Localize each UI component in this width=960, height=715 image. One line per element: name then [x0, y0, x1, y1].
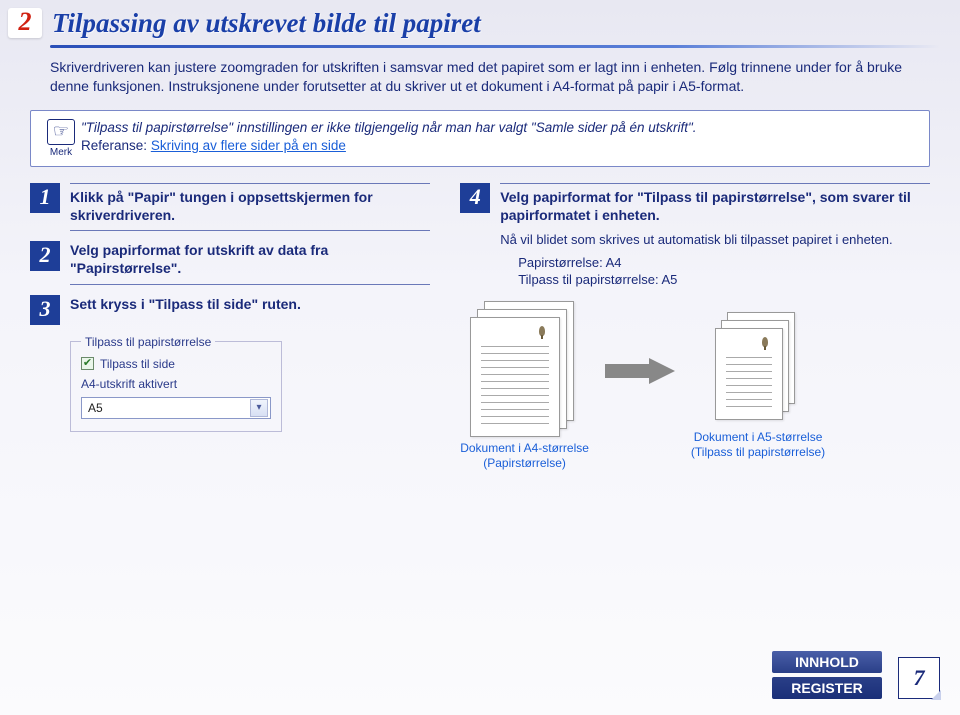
hand-point-icon: ☞ [47, 119, 75, 145]
step-number: 2 [30, 241, 60, 271]
footer: INNHOLD REGISTER 7 [772, 651, 940, 699]
caption-a5: Dokument i A5-størrelse (Tilpass til pap… [691, 430, 825, 461]
step-3: 3 Sett kryss i "Tilpass til side" ruten. [30, 295, 430, 325]
page-title: Tilpassing av utskrevet bilde til papire… [52, 8, 481, 39]
a5-page-stack [715, 312, 801, 430]
note-icon-group: ☞ Merk [41, 119, 81, 158]
step-number: 4 [460, 183, 490, 213]
step-number: 1 [30, 183, 60, 213]
caption-a4: Dokument i A4-størrelse (Papirstørrelse) [460, 441, 589, 472]
innhold-button[interactable]: INNHOLD [772, 651, 882, 673]
note-label: Merk [50, 147, 72, 158]
note-body: "Tilpass til papirstørrelse" innstilling… [81, 120, 697, 135]
note-ref-link[interactable]: Skriving av flere sider på en side [151, 138, 346, 153]
note-ref-label: Referanse: [81, 138, 147, 153]
note-text: "Tilpass til papirstørrelse" innstilling… [81, 119, 697, 158]
tree-icon [533, 324, 551, 340]
intro-text: Skriverdriveren kan justere zoomgraden f… [0, 58, 960, 110]
right-column: 4 Velg papirformat for "Tilpass til papi… [460, 183, 930, 472]
step-2: 2 Velg papirformat for utskrift av data … [30, 241, 430, 288]
spec-line-2: Tilpass til papirstørrelse: A5 [518, 272, 677, 287]
paper-size-select[interactable]: A5 ▾ [81, 397, 271, 419]
select-value: A5 [88, 401, 103, 415]
step-number: 3 [30, 295, 60, 325]
tree-icon [756, 335, 774, 351]
step-text: Sett kryss i "Tilpass til side" ruten. [70, 295, 430, 319]
arrow-right-icon [605, 358, 675, 384]
left-column: 1 Klikk på "Papir" tungen i oppsettskjer… [30, 183, 430, 472]
section-number: 2 [8, 8, 42, 38]
step-spec: Papirstørrelse: A4 Tilpass til papirstør… [518, 255, 930, 289]
ui-fieldset: Tilpass til papirstørrelse ✔ Tilpass til… [70, 335, 282, 432]
ui-status-text: A4-utskrift aktivert [81, 377, 271, 391]
note-box: ☞ Merk "Tilpass til papirstørrelse" inns… [30, 110, 930, 167]
a4-page-stack [470, 301, 580, 441]
step-text: Klikk på "Papir" tungen i oppsettskjerme… [70, 188, 430, 230]
step-text: Velg papirformat for "Tilpass til papirs… [500, 188, 930, 230]
step-1: 1 Klikk på "Papir" tungen i oppsettskjer… [30, 183, 430, 235]
register-button[interactable]: REGISTER [772, 677, 882, 699]
checkmark-icon[interactable]: ✔ [81, 357, 94, 370]
fieldset-legend: Tilpass til papirstørrelse [81, 335, 215, 349]
chevron-down-icon[interactable]: ▾ [250, 399, 268, 417]
step-subtext: Nå vil blidet som skrives ut automatisk … [500, 230, 930, 249]
spec-line-1: Papirstørrelse: A4 [518, 255, 621, 270]
page-number: 7 [898, 657, 940, 699]
diagram: Dokument i A4-størrelse (Papirstørrelse)… [460, 301, 930, 472]
checkbox-row[interactable]: ✔ Tilpass til side [81, 357, 271, 371]
step-4: 4 Velg papirformat for "Tilpass til papi… [460, 183, 930, 289]
step-text: Velg papirformat for utskrift av data fr… [70, 241, 430, 283]
title-underline [50, 45, 940, 48]
checkbox-label: Tilpass til side [100, 357, 175, 371]
